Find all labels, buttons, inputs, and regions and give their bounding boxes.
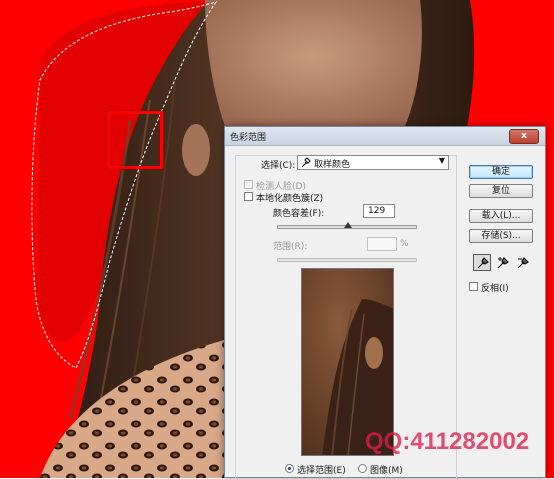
eyedropper-icon (477, 257, 489, 269)
range-unit: % (400, 239, 409, 249)
close-button[interactable]: x (509, 129, 539, 144)
chevron-down-icon: ▼ (438, 156, 445, 165)
ok-button[interactable]: 确定 (469, 165, 533, 179)
selection-view-radio[interactable] (285, 464, 294, 473)
range-label: 范围(R): (273, 242, 308, 252)
select-label: 选择(C): (261, 161, 296, 171)
eyedropper-minus-icon (517, 257, 529, 269)
fuzziness-label: 颜色容差(F): (273, 209, 325, 219)
invert-label: 反相(I) (481, 284, 509, 294)
watermark-text: QQ:411282002 (365, 428, 530, 455)
image-view-label: 图像(M) (370, 466, 403, 476)
save-button[interactable]: 存储(S)... (469, 229, 533, 243)
select-value: 取样颜色 (314, 160, 351, 170)
fuzziness-input[interactable]: 129 (363, 204, 395, 218)
localized-clusters-label: 本地化颜色簇(Z) (256, 194, 324, 204)
select-dropdown[interactable]: 取样颜色 ▼ (297, 155, 449, 170)
add-to-sample-tool[interactable] (493, 254, 511, 271)
highlight-box (107, 111, 163, 169)
eyedropper-tool[interactable] (473, 254, 491, 271)
eyedropper-icon (301, 157, 311, 168)
load-button[interactable]: 载入(L)... (469, 209, 533, 223)
dialog-titlebar[interactable]: 色彩范围 x (225, 127, 545, 146)
subtract-from-sample-tool[interactable] (513, 254, 531, 271)
detect-faces-checkbox[interactable] (244, 180, 253, 189)
range-input[interactable] (367, 237, 397, 251)
dialog-title: 色彩范围 (230, 133, 267, 143)
reset-button[interactable]: 复位 (469, 184, 533, 198)
color-range-dialog: 色彩范围 x 选择(C): 取样颜色 ▼ 检测人脸(D) 本地化颜色簇(Z) 颜… (224, 126, 546, 479)
fuzziness-slider-thumb[interactable] (344, 222, 353, 228)
image-view-radio[interactable] (358, 464, 367, 473)
localized-clusters-checkbox[interactable] (244, 192, 253, 201)
invert-checkbox[interactable] (469, 282, 478, 291)
eyedropper-plus-icon (497, 257, 509, 269)
range-slider[interactable] (277, 258, 417, 262)
selection-view-label: 选择范围(E) (297, 466, 346, 476)
